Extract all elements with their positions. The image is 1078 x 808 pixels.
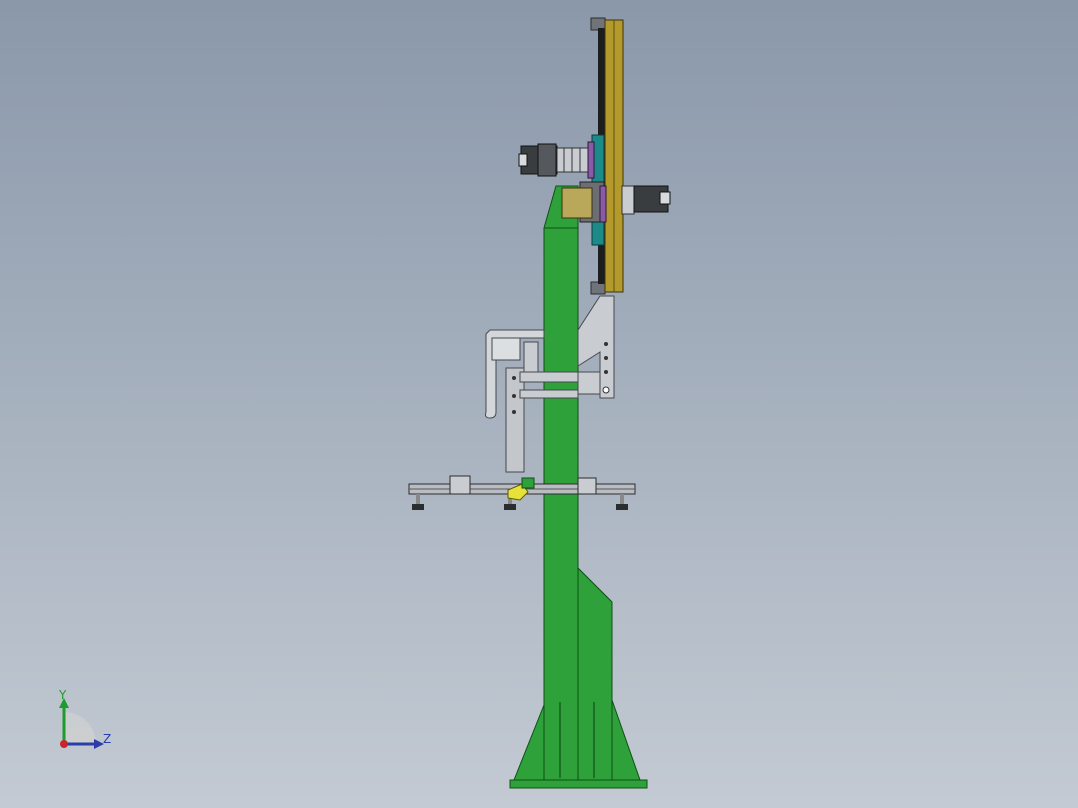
flange-lower (599, 185, 607, 223)
crossbar-mount (449, 475, 471, 495)
bracket-plate (491, 337, 521, 361)
coupling-housing (561, 187, 593, 219)
machine-model[interactable] (0, 0, 1078, 808)
main-column (543, 227, 579, 781)
right-gusset (611, 699, 641, 781)
triad-quadrant (64, 712, 96, 744)
motor-connector-lower (659, 191, 671, 205)
suction-cup-right[interactable] (616, 494, 628, 510)
vertical-arm (505, 367, 525, 473)
motor-connector-upper (518, 153, 528, 167)
green-fitting (521, 477, 535, 489)
horizontal-bar (519, 371, 579, 383)
y-axis-label: Y (59, 688, 67, 702)
view-triad[interactable] (59, 698, 104, 749)
horizontal-bar-2 (519, 389, 579, 399)
motor-fins-upper (537, 143, 557, 177)
gearbox-upper (556, 147, 590, 173)
flange-upper (587, 141, 595, 179)
base-plate (509, 779, 648, 789)
suction-bar-assembly[interactable] (408, 475, 636, 510)
bracket-right (577, 371, 601, 395)
rear-stiffener (577, 566, 613, 781)
crossbar-mount-right (577, 477, 597, 495)
z-axis-label: Z (103, 732, 112, 746)
gearbox-lower (621, 185, 635, 215)
left-gusset (513, 699, 547, 781)
x-axis-dot (60, 740, 68, 748)
graphics-viewport[interactable]: Y Z (0, 0, 1078, 808)
suction-cup-left[interactable] (412, 494, 424, 510)
upper-servo-motor[interactable] (518, 141, 595, 179)
